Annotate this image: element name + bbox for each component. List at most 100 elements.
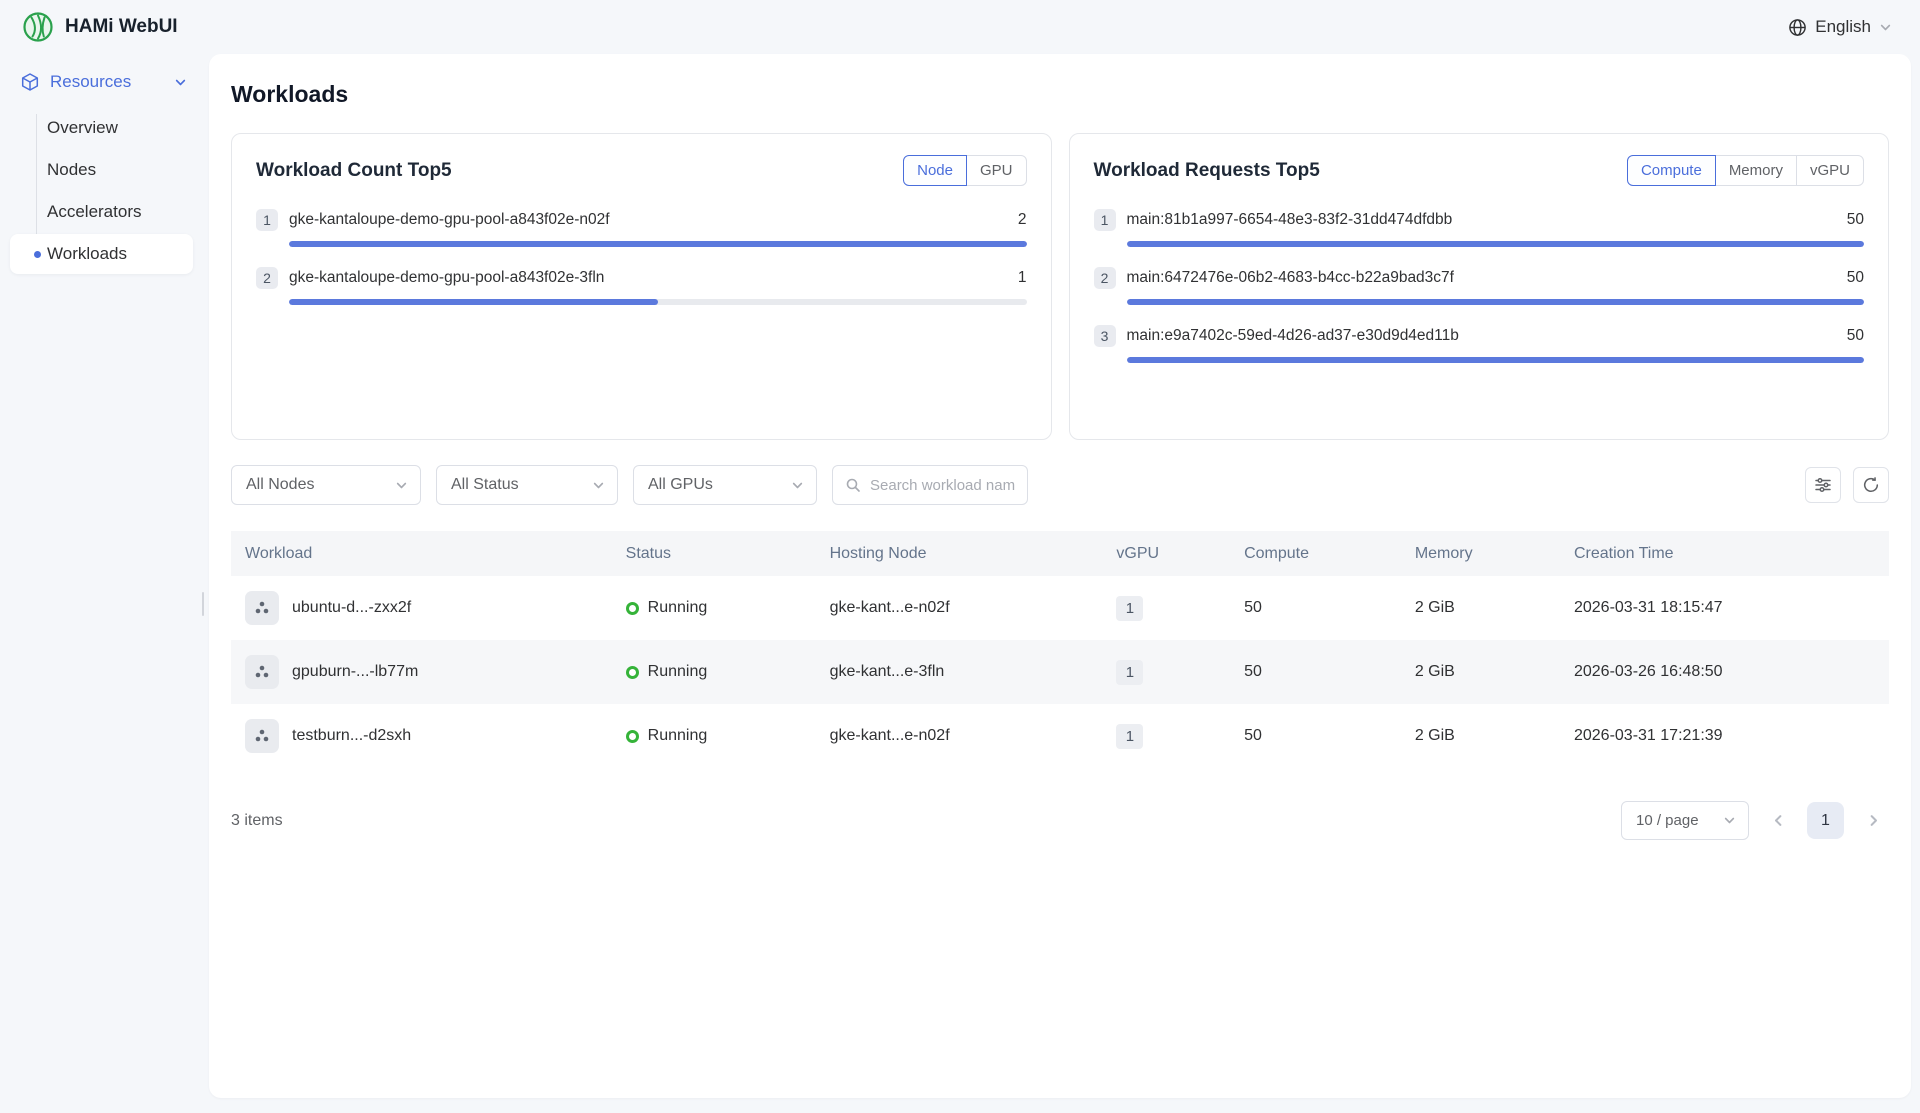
col-header-creation-time: Creation Time bbox=[1564, 531, 1889, 576]
toggle-gpu[interactable]: GPU bbox=[966, 155, 1027, 186]
table-row[interactable]: testburn...-d2sxh Running gke-kant...e-n… bbox=[231, 704, 1889, 768]
layout: Resources Overview Nodes Accelerators Wo… bbox=[0, 54, 1920, 1113]
column-settings-icon bbox=[1814, 476, 1832, 494]
col-header-vgpu: vGPU bbox=[1106, 531, 1234, 576]
hosting-node-cell: gke-kant...e-n02f bbox=[820, 704, 1107, 768]
pagination: 10 / page 1 bbox=[1621, 801, 1889, 840]
top5-cards: Workload Count Top5 Node GPU 1 gke-kanta… bbox=[231, 133, 1889, 440]
next-page-button[interactable] bbox=[1857, 805, 1889, 837]
prev-page-button[interactable] bbox=[1762, 805, 1794, 837]
chevron-down-icon bbox=[592, 479, 605, 492]
vgpu-badge: 1 bbox=[1116, 724, 1143, 749]
progress-bar bbox=[289, 299, 1027, 305]
memory-cell: 2 GiB bbox=[1405, 640, 1564, 704]
status-label: Running bbox=[648, 663, 708, 681]
compute-cell: 50 bbox=[1234, 576, 1405, 640]
sidebar-section-label: Resources bbox=[50, 72, 131, 92]
workload-count-card: Workload Count Top5 Node GPU 1 gke-kanta… bbox=[231, 133, 1052, 440]
table-tools bbox=[1805, 467, 1889, 503]
toggle-memory[interactable]: Memory bbox=[1715, 155, 1797, 186]
progress-bar bbox=[1127, 241, 1865, 247]
count-rank-row-2: 2 gke-kantaloupe-demo-gpu-pool-a843f02e-… bbox=[256, 267, 1027, 305]
col-header-hosting-node: Hosting Node bbox=[820, 531, 1107, 576]
creation-time-cell: 2026-03-26 16:48:50 bbox=[1564, 640, 1889, 704]
status-label: Running bbox=[648, 727, 708, 745]
sidebar-section-resources[interactable]: Resources bbox=[0, 60, 203, 104]
sidebar-item-workloads[interactable]: Workloads bbox=[10, 234, 193, 274]
toggle-vgpu[interactable]: vGPU bbox=[1796, 155, 1864, 186]
vgpu-cell: 1 bbox=[1106, 704, 1234, 768]
workloads-table: Workload Status Hosting Node vGPU Comput… bbox=[231, 531, 1889, 768]
creation-time-cell: 2026-03-31 17:21:39 bbox=[1564, 704, 1889, 768]
workload-cell: gpuburn-...-lb77m bbox=[231, 640, 616, 704]
table-row[interactable]: ubuntu-d...-zxx2f Running gke-kant...e-n… bbox=[231, 576, 1889, 640]
language-label: English bbox=[1815, 17, 1871, 37]
workload-cell: ubuntu-d...-zxx2f bbox=[231, 576, 616, 640]
status-cell: Running bbox=[616, 704, 820, 768]
workload-search bbox=[832, 465, 1028, 505]
sidebar-item-accelerators[interactable]: Accelerators bbox=[10, 192, 193, 232]
status-filter-select[interactable]: All Status bbox=[436, 465, 618, 505]
running-status-icon bbox=[626, 666, 639, 679]
gpus-filter-select[interactable]: All GPUs bbox=[633, 465, 817, 505]
memory-cell: 2 GiB bbox=[1405, 704, 1564, 768]
rank-value: 1 bbox=[1006, 269, 1027, 287]
rank-value: 50 bbox=[1835, 269, 1864, 287]
page-title: Workloads bbox=[231, 81, 1889, 108]
nodes-filter-select[interactable]: All Nodes bbox=[231, 465, 421, 505]
progress-bar bbox=[289, 241, 1027, 247]
count-rank-row-1: 1 gke-kantaloupe-demo-gpu-pool-a843f02e-… bbox=[256, 209, 1027, 247]
language-selector[interactable]: English bbox=[1788, 17, 1892, 37]
page-1-button[interactable]: 1 bbox=[1807, 802, 1844, 839]
sidebar-item-nodes[interactable]: Nodes bbox=[10, 150, 193, 190]
resources-icon bbox=[20, 72, 40, 92]
workload-name[interactable]: testburn...-d2sxh bbox=[292, 727, 411, 745]
chevron-down-icon bbox=[174, 76, 187, 89]
items-count: 3 items bbox=[231, 812, 283, 830]
workload-icon bbox=[245, 591, 279, 625]
brand: HAMi WebUI bbox=[22, 11, 178, 43]
memory-cell: 2 GiB bbox=[1405, 576, 1564, 640]
refresh-button[interactable] bbox=[1853, 467, 1889, 503]
sidebar-item-overview[interactable]: Overview bbox=[10, 108, 193, 148]
toggle-node[interactable]: Node bbox=[903, 155, 967, 186]
chevron-down-icon bbox=[1879, 21, 1892, 34]
chevron-down-icon bbox=[395, 479, 408, 492]
rank-badge: 3 bbox=[1094, 325, 1116, 347]
workload-icon bbox=[245, 719, 279, 753]
refresh-icon bbox=[1862, 476, 1880, 494]
rank-value: 50 bbox=[1835, 327, 1864, 345]
chevron-down-icon bbox=[791, 479, 804, 492]
vgpu-badge: 1 bbox=[1116, 660, 1143, 685]
gpus-filter-value: All GPUs bbox=[648, 476, 713, 494]
workload-cell: testburn...-d2sxh bbox=[231, 704, 616, 768]
table-row[interactable]: gpuburn-...-lb77m Running gke-kant...e-3… bbox=[231, 640, 1889, 704]
rank-name: gke-kantaloupe-demo-gpu-pool-a843f02e-n0… bbox=[289, 211, 610, 229]
col-header-status: Status bbox=[616, 531, 820, 576]
status-filter-value: All Status bbox=[451, 476, 519, 494]
toggle-compute[interactable]: Compute bbox=[1627, 155, 1716, 186]
col-header-compute: Compute bbox=[1234, 531, 1405, 576]
workload-name[interactable]: ubuntu-d...-zxx2f bbox=[292, 599, 411, 617]
col-header-memory: Memory bbox=[1405, 531, 1564, 576]
rank-badge: 1 bbox=[256, 209, 278, 231]
count-toggle-group: Node GPU bbox=[903, 155, 1026, 186]
page-size-select[interactable]: 10 / page bbox=[1621, 801, 1749, 840]
search-icon bbox=[845, 477, 861, 493]
column-settings-button[interactable] bbox=[1805, 467, 1841, 503]
workload-count-title: Workload Count Top5 bbox=[256, 160, 452, 182]
sidebar-resize-handle[interactable] bbox=[202, 592, 204, 616]
rank-badge: 1 bbox=[1094, 209, 1116, 231]
requests-rank-row-1: 1 main:81b1a997-6654-48e3-83f2-31dd474df… bbox=[1094, 209, 1865, 247]
rank-value: 50 bbox=[1835, 211, 1864, 229]
search-input[interactable] bbox=[870, 477, 1015, 494]
nodes-filter-value: All Nodes bbox=[246, 476, 314, 494]
compute-cell: 50 bbox=[1234, 704, 1405, 768]
requests-rank-row-3: 3 main:e9a7402c-59ed-4d26-ad37-e30d9d4ed… bbox=[1094, 325, 1865, 363]
workload-requests-card: Workload Requests Top5 Compute Memory vG… bbox=[1069, 133, 1890, 440]
chevron-left-icon bbox=[1771, 813, 1786, 828]
progress-bar bbox=[1127, 357, 1865, 363]
table-footer: 3 items 10 / page 1 bbox=[231, 801, 1889, 840]
workload-name[interactable]: gpuburn-...-lb77m bbox=[292, 663, 418, 681]
app-title: HAMi WebUI bbox=[65, 16, 178, 38]
